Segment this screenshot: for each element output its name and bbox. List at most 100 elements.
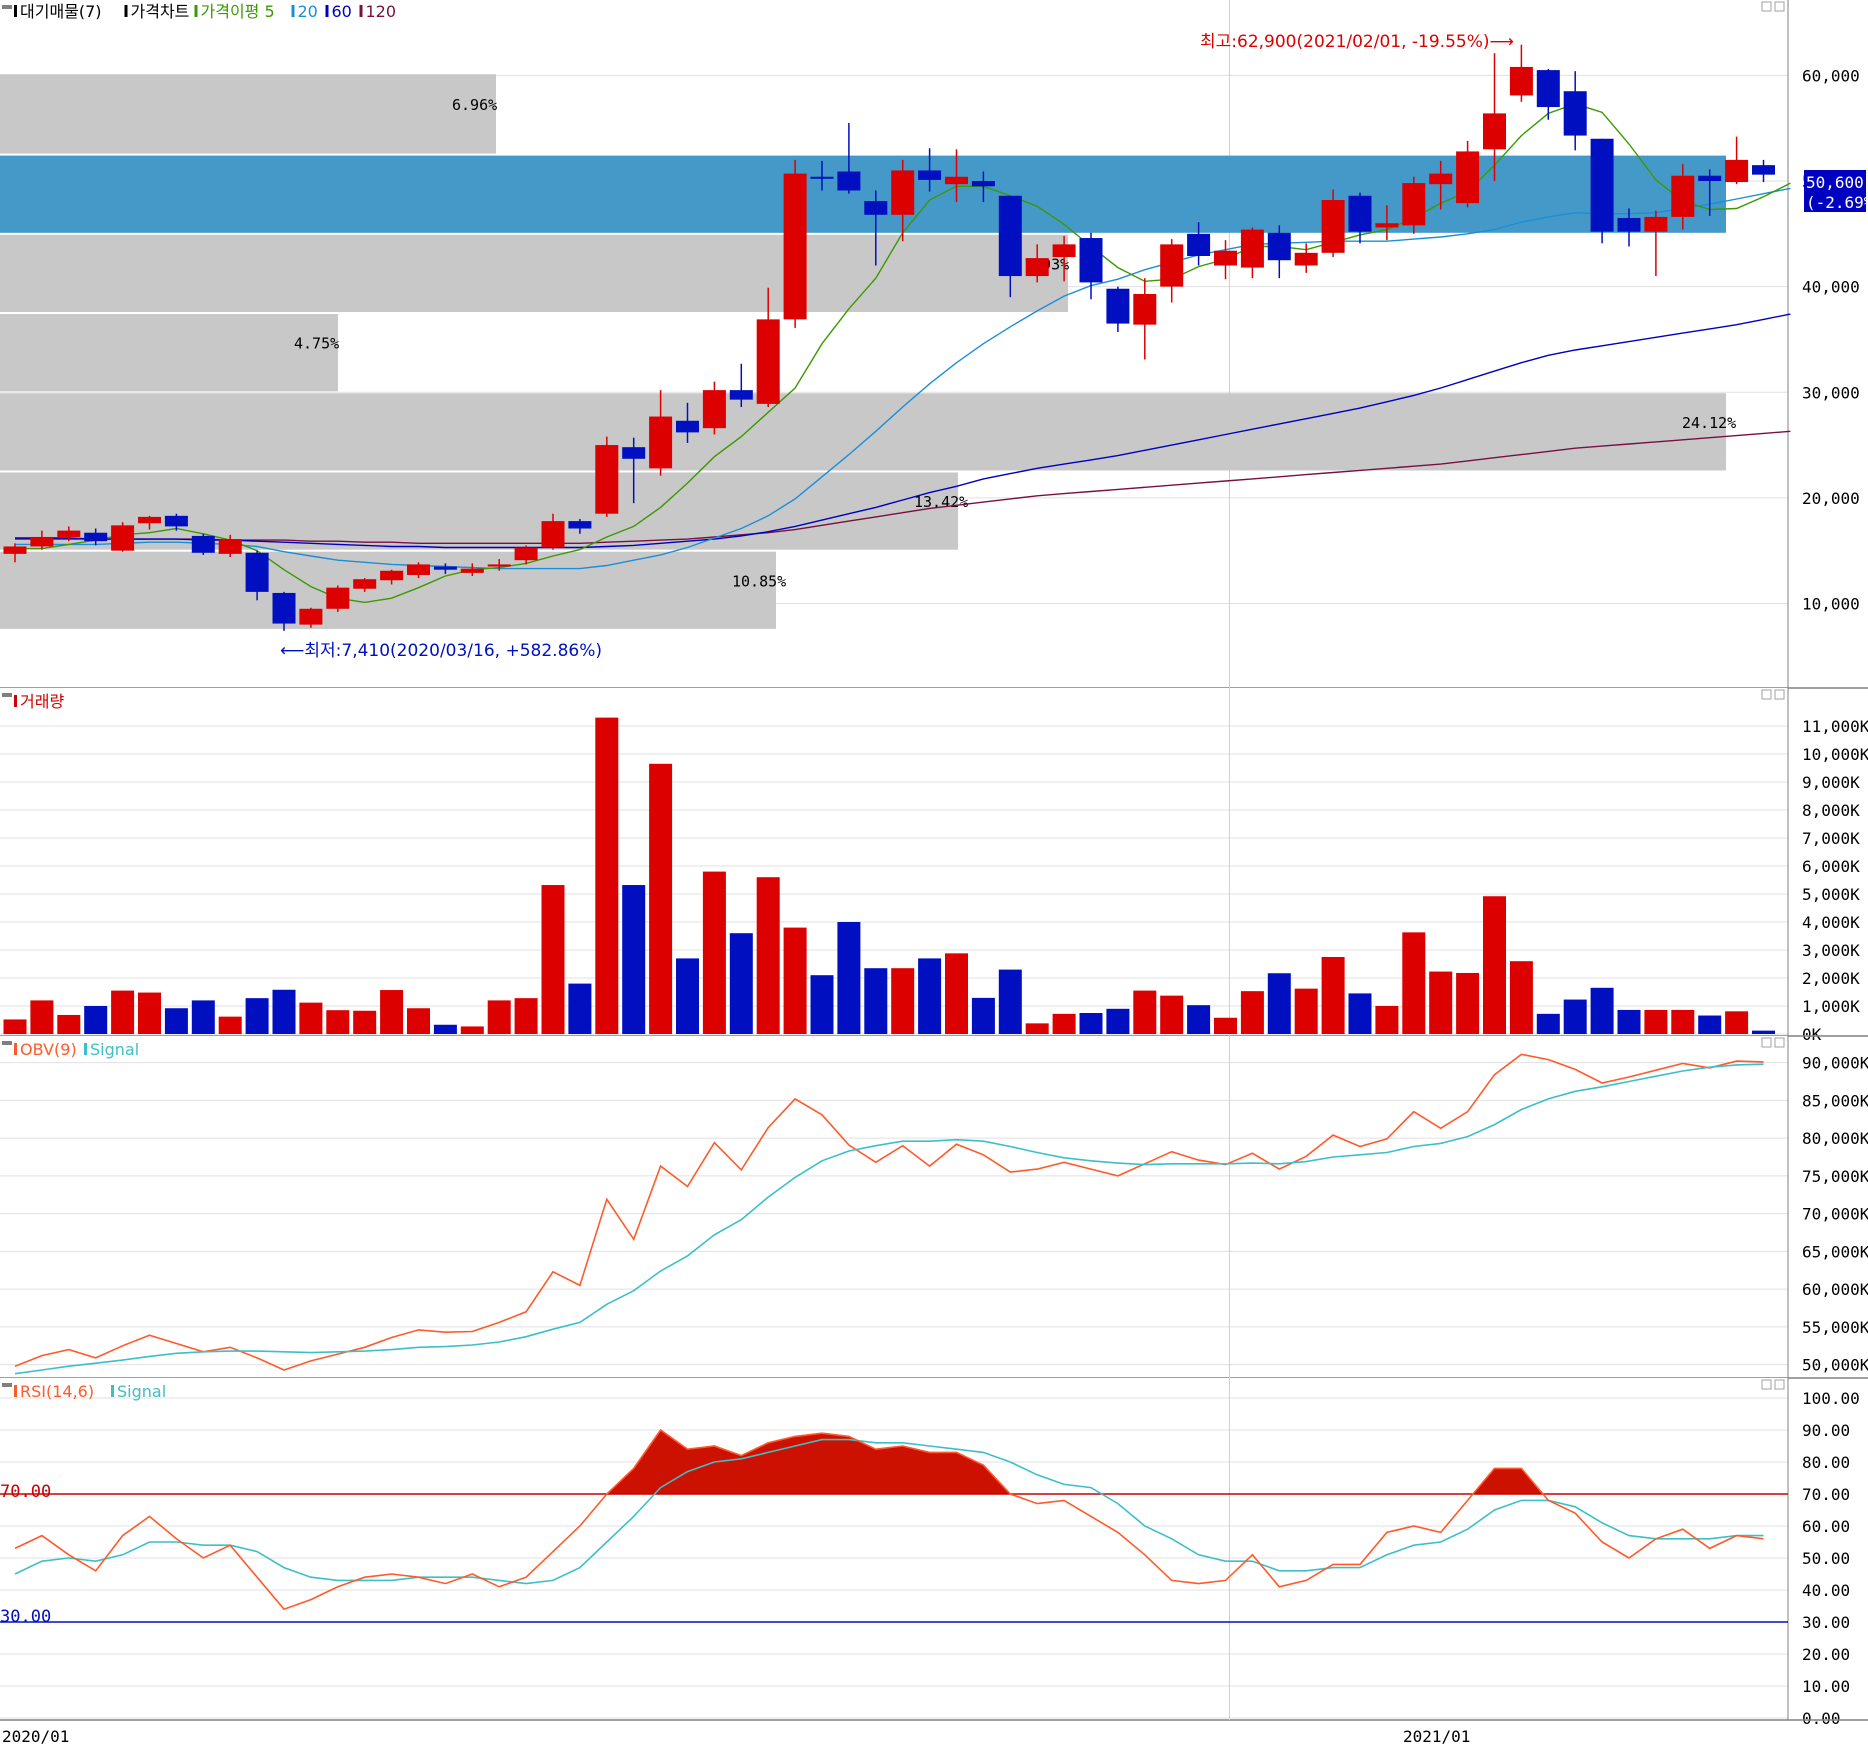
legend-label: 60 [332,2,352,21]
panel-handle-icon[interactable] [2,693,12,697]
volume-bar [1752,1030,1775,1034]
volume-bar [998,969,1022,1034]
plot-area [0,1378,1788,1720]
volume-bar [1052,1013,1076,1034]
legend-marker [325,5,329,17]
volume-bar [783,927,807,1034]
y-tick-label: 5,000K [1802,885,1860,904]
candle-body [1267,232,1291,261]
supply-zone-bar [0,314,338,392]
supply-zone-pct-label: 4.75% [294,335,339,353]
candle-body [460,568,484,573]
legend-label: 20 [298,2,318,21]
rsi-level-30-label: 30.00 [0,1607,51,1627]
candle-body [837,171,861,191]
volume-bar [1644,1009,1668,1034]
candle-body [1671,175,1695,217]
panel-handle-icon[interactable] [2,1041,12,1045]
candle-body [945,176,968,185]
volume-bar [84,1006,108,1034]
y-tick-label: 0.00 [1802,1709,1841,1728]
y-tick-label: 10,000K [1802,745,1868,764]
volume-bar [1321,957,1345,1034]
candle-body [1187,233,1211,256]
volume-bar [460,1026,484,1034]
volume-bar [1509,961,1533,1034]
legend-label: Signal [117,1382,166,1401]
candle-body [1402,183,1426,226]
candle-body [1214,250,1237,266]
y-tick-label: 4,000K [1802,913,1860,932]
supply-zone-pct-label: 13.42% [914,493,968,511]
y-tick-label: 80,000K [1802,1129,1868,1148]
candle-body [622,447,646,459]
volume-bar [353,1010,377,1034]
y-tick-label: 70.00 [1802,1485,1850,1504]
legend-marker [359,5,363,17]
y-tick-label: 8,000K [1802,801,1860,820]
volume-bar [1563,999,1587,1034]
legend-marker [194,5,198,17]
legend-label: 거래량 [20,692,64,711]
candle-body [918,170,942,180]
y-tick-label: 60,000 [1802,66,1860,85]
y-tick-label: 50,000K [1802,1356,1868,1375]
candle-body [1133,294,1157,325]
supply-zone-pct-label: 10.85% [732,572,786,590]
supply-zone-pct-label: 24.12% [1682,414,1736,432]
candle-body [541,521,565,548]
volume-bar [1456,972,1480,1034]
candle-body [1752,165,1775,175]
legend-label: 가격이평 5 [201,2,275,21]
volume-bar [945,953,968,1034]
volume-bar [164,1008,188,1034]
candle-body [891,170,915,215]
candle-body [1429,173,1453,185]
volume-bar [1025,1023,1049,1034]
candle-body [111,525,135,551]
candle-body [1294,252,1318,266]
candle-body [191,535,215,553]
volume-bar [1429,971,1453,1034]
y-tick-label: 20.00 [1802,1645,1850,1664]
legend-marker [124,5,128,17]
y-tick-label: 3,000K [1802,941,1860,960]
candle-body [1509,66,1533,96]
volume-bar [30,1000,54,1034]
candle-body [164,515,188,527]
candle-body [1348,195,1372,232]
volume-bar [1079,1013,1103,1034]
candle-body [1456,151,1480,204]
panel-handle-icon[interactable] [2,1383,12,1387]
legend-label: OBV(9) [20,1040,77,1059]
rsi-panel: 0.00 10.00 20.00 30.00 40.00 50.00 60.00 70.00 8… [0,1378,1868,1728]
legend-marker [111,1385,114,1397]
legend-label: Signal [90,1040,139,1059]
volume-bar [1133,990,1157,1034]
legend-marker [84,1043,87,1055]
y-tick-label: 80.00 [1802,1453,1850,1472]
volume-bar [676,958,699,1034]
volume-bar [218,1016,242,1034]
volume-bar [971,997,995,1034]
supply-zone-bar [0,551,776,629]
candle-body [299,608,323,625]
candle-body [810,176,834,179]
y-tick-label: 60,000K [1802,1280,1868,1299]
y-tick-label: 9,000K [1802,773,1860,792]
volume-bar [487,1000,511,1034]
volume-bar [299,1002,323,1034]
volume-bar [1590,987,1614,1034]
candle-body [514,547,538,561]
supply-zone-bar [0,234,1068,313]
volume-bar [864,968,888,1034]
y-tick-label: 11,000K [1802,717,1868,736]
volume-bar [1483,896,1506,1034]
candle-body [84,532,108,542]
panel-handle-icon[interactable] [2,5,12,9]
y-tick-label: 100.00 [1802,1389,1860,1408]
volume-bar [407,1008,430,1034]
volume-bar [1294,988,1318,1034]
candle-body [57,530,81,537]
y-tick-label: 0K [1802,1025,1822,1044]
